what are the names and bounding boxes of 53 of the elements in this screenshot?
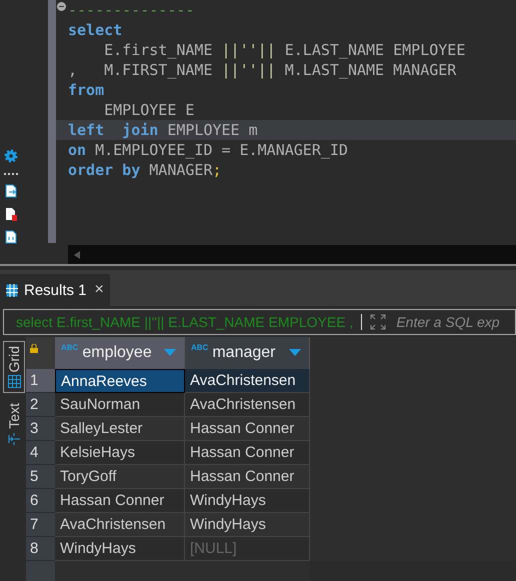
table-cell: AvaChristensen bbox=[185, 369, 310, 393]
code-line: order by MANAGER; bbox=[67, 160, 223, 180]
table-cell: Hassan Conner bbox=[185, 465, 310, 489]
code-line: select bbox=[67, 20, 124, 40]
code-line: on M.EMPLOYEE_ID = E.MANAGER_ID bbox=[67, 140, 349, 160]
results-tab[interactable]: Results 1 × bbox=[0, 274, 110, 306]
table-cell: Hassan Conner bbox=[185, 417, 310, 441]
document-error-icon[interactable] bbox=[5, 207, 17, 221]
row-number[interactable]: 4 bbox=[26, 441, 55, 465]
table-cell: Hassan Conner bbox=[185, 441, 310, 465]
dropdown-icon[interactable] bbox=[289, 349, 301, 356]
more-icon[interactable] bbox=[4, 172, 18, 175]
scroll-left-icon[interactable] bbox=[72, 250, 82, 260]
close-icon[interactable]: × bbox=[94, 281, 104, 299]
row-number[interactable]: 5 bbox=[26, 465, 55, 489]
table-cell: WindyHays bbox=[55, 537, 185, 561]
table-cell: WindyHays bbox=[185, 513, 310, 537]
table-cell: SalleyLester bbox=[55, 417, 185, 441]
column-header[interactable]: ABC manager bbox=[185, 337, 310, 369]
table-cell: ToryGoff bbox=[55, 465, 185, 489]
table-cell: AnnaReeves bbox=[55, 369, 185, 393]
table-cell: SauNorman bbox=[55, 393, 185, 417]
grid-icon bbox=[8, 375, 20, 388]
table-cell: AvaChristensen bbox=[55, 513, 185, 537]
document-arrow-icon[interactable] bbox=[5, 184, 17, 198]
grid-icon bbox=[6, 284, 18, 296]
expand-icon[interactable] bbox=[370, 314, 386, 330]
table-cell: KelsieHays bbox=[55, 441, 185, 465]
row-number[interactable]: 3 bbox=[26, 417, 55, 441]
code-line: E.first_NAME ||''|| E.LAST_NAME EMPLOYEE bbox=[103, 40, 466, 60]
row-number[interactable]: 7 bbox=[26, 513, 55, 537]
table-cell: [NULL] bbox=[185, 537, 310, 561]
table-cell: WindyHays bbox=[185, 489, 310, 513]
view-tab[interactable]: Text bbox=[3, 399, 25, 450]
column-header[interactable]: ABC employee bbox=[55, 337, 185, 369]
collapse-icon[interactable] bbox=[57, 2, 66, 11]
code-line: , M.FIRST_NAME ||''|| M.LAST_NAME MANAGER bbox=[67, 60, 458, 80]
code-line: -------------- bbox=[56, 0, 516, 20]
code-line: EMPLOYEE E bbox=[103, 100, 196, 120]
row-number[interactable]: 2 bbox=[26, 393, 55, 417]
row-number[interactable]: 1 bbox=[26, 369, 55, 393]
lock-icon bbox=[30, 344, 38, 353]
row-number[interactable]: 8 bbox=[26, 537, 55, 561]
row-number[interactable]: 6 bbox=[26, 489, 55, 513]
table-cell: Hassan Conner bbox=[55, 489, 185, 513]
text-icon bbox=[8, 432, 20, 446]
table-cell: AvaChristensen bbox=[185, 393, 310, 417]
horizontal-scrollbar[interactable] bbox=[68, 245, 516, 264]
gear-icon[interactable] bbox=[4, 149, 18, 163]
view-tab[interactable]: Grid bbox=[3, 341, 25, 394]
document-variable-icon[interactable] bbox=[5, 230, 17, 244]
tab-label: Results 1 bbox=[24, 282, 87, 298]
code-line: from bbox=[67, 80, 106, 100]
